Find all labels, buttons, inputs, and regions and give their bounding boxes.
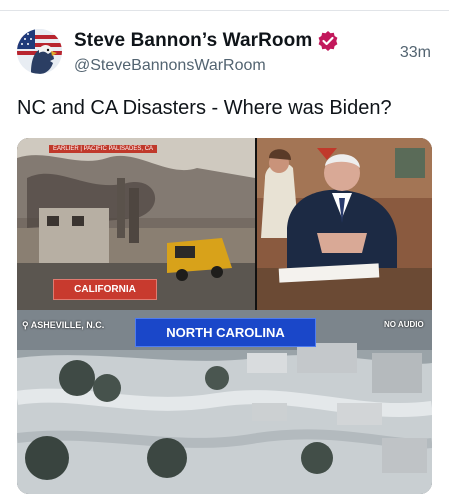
post-text: NC and CA Disasters - Where was Biden? — [17, 97, 392, 119]
location-pin-icon: ⚲ — [22, 320, 29, 330]
asheville-label: ⚲ ASHEVILLE, N.C. — [22, 320, 104, 331]
post-media-video[interactable] — [17, 138, 432, 494]
meeting-scene — [257, 138, 432, 310]
ca-location-banner: EARLIER | PACIFIC PALISADES, CA — [49, 145, 158, 153]
post-timestamp[interactable]: 33m — [400, 44, 431, 62]
avatar[interactable] — [17, 29, 62, 74]
california-label: CALIFORNIA — [53, 279, 157, 300]
top-divider — [0, 10, 449, 11]
no-audio-label: NO AUDIO — [384, 320, 424, 329]
warroom-logo-icon — [17, 29, 62, 74]
verified-badge-icon — [317, 30, 339, 52]
author-name[interactable]: Steve Bannon’s WarRoom — [74, 30, 312, 52]
author-handle[interactable]: @SteveBannonsWarRoom — [74, 57, 266, 75]
asheville-label-text: ASHEVILLE, N.C. — [30, 320, 105, 330]
north-carolina-label: NORTH CAROLINA — [135, 318, 316, 347]
